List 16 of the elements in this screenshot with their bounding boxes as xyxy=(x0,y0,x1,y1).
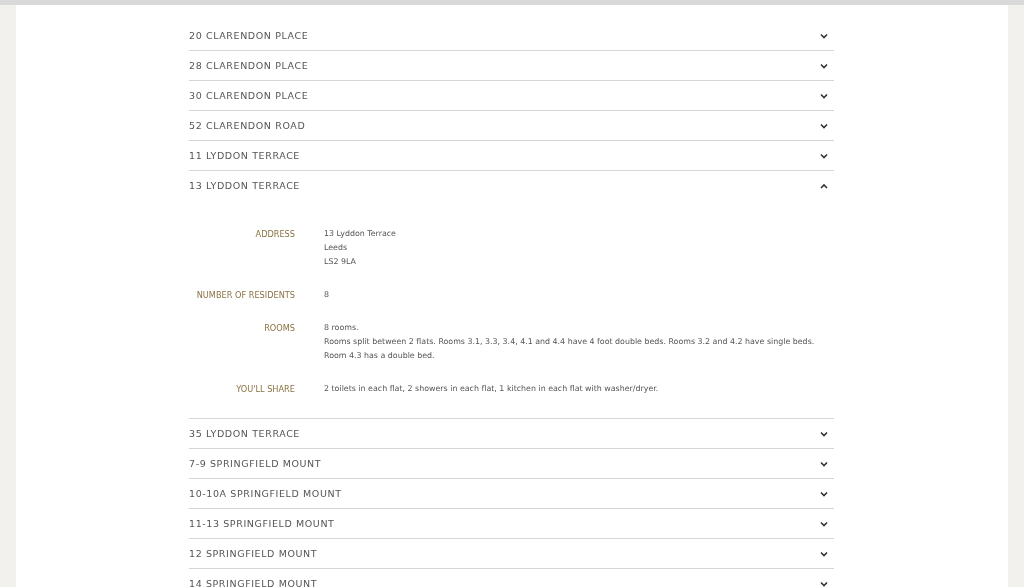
detail-label: ROOMS xyxy=(263,322,295,335)
accordion-header[interactable]: 28 CLARENDON PLACE xyxy=(189,51,834,80)
accordion-header[interactable]: 12 SPRINGFIELD MOUNT xyxy=(189,539,834,568)
accordion-header[interactable]: 10-10A SPRINGFIELD MOUNT xyxy=(189,479,834,508)
accordion-header[interactable]: 20 CLARENDON PLACE xyxy=(189,21,834,50)
accordion-header[interactable]: 13 LYDDON TERRACE xyxy=(189,171,834,200)
accordion-header[interactable]: 14 SPRINGFIELD MOUNT xyxy=(189,569,834,587)
accordion-header[interactable]: 11 LYDDON TERRACE xyxy=(189,141,834,170)
detail-label: NUMBER OF RESIDENTS xyxy=(195,289,295,302)
detail-label: ADDRESS xyxy=(254,228,295,241)
detail-label: YOU'LL SHARE xyxy=(235,383,295,396)
accordion-header[interactable]: 35 LYDDON TERRACE xyxy=(189,419,834,448)
accordion-header[interactable]: 7-9 SPRINGFIELD MOUNT xyxy=(189,449,834,478)
accordion-header[interactable]: 11-13 SPRINGFIELD MOUNT xyxy=(189,509,834,538)
accordion-header[interactable]: 52 CLARENDON ROAD xyxy=(189,111,834,140)
accordion-header[interactable]: 30 CLARENDON PLACE xyxy=(189,81,834,110)
